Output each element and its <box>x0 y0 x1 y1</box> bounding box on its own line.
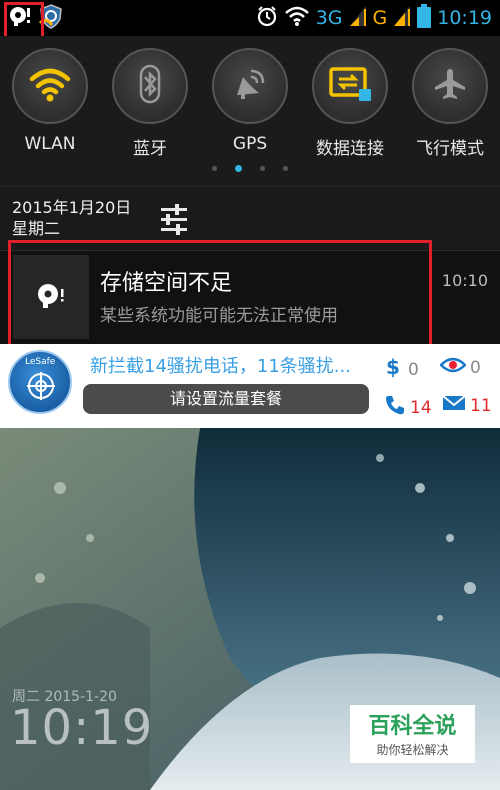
call-stat: 14 <box>384 394 432 421</box>
date-block: 2015年1月20日 星期二 <box>12 197 131 239</box>
money-stat: $ 0 <box>384 355 419 383</box>
status-time: 10:19 <box>437 7 492 29</box>
privacy-count: 0 <box>470 357 481 378</box>
airplane-icon <box>433 67 467 105</box>
money-count: 0 <box>408 359 419 380</box>
lesafe-logo-text: LeSafe <box>25 357 56 367</box>
wallpaper: 周二 2015-1-20 10:19 百科全说 助你轻松解决 <box>0 428 500 790</box>
battery-icon <box>417 4 432 32</box>
quick-toggle-data-connection[interactable]: 数据连接 <box>305 48 395 159</box>
date-label: 2015年1月20日 <box>12 198 132 217</box>
lesafe-notification[interactable]: LeSafe 新拦截14骚扰电话，11条骚扰... 请设置流量套餐 $ 0 0 … <box>0 344 500 428</box>
highlight-box-notification <box>8 240 432 350</box>
envelope-icon <box>442 394 466 417</box>
watermark-subtitle: 助你轻松解决 <box>376 743 449 757</box>
notification-time: 10:10 <box>441 271 488 290</box>
dollar-icon: $ <box>384 355 404 383</box>
network-3g-label: 3G <box>315 7 343 29</box>
quick-toggle-label: 飞行模式 <box>416 139 484 159</box>
lesafe-headline: 新拦截14骚扰电话，11条骚扰... <box>90 356 351 377</box>
signal-3g-icon <box>349 5 367 31</box>
eye-icon <box>439 356 467 379</box>
call-count: 14 <box>410 397 432 418</box>
page-dot <box>260 166 265 171</box>
page-indicator <box>0 165 500 172</box>
quick-toggle-label: 数据连接 <box>316 139 384 159</box>
settings-button[interactable] <box>154 199 194 239</box>
watermark-logo: 百科全说 助你轻松解决 <box>350 705 475 763</box>
privacy-stat: 0 <box>439 356 481 379</box>
page-dot <box>212 166 217 171</box>
quick-toggle-airplane[interactable]: 飞行模式 <box>405 48 495 159</box>
quick-toggle-bluetooth[interactable]: 蓝牙 <box>105 48 195 159</box>
quick-toggle-wlan[interactable]: WLAN <box>5 48 95 154</box>
lesafe-logo: LeSafe <box>8 350 72 414</box>
watermark-title: 百科全说 <box>368 714 457 739</box>
wifi-icon <box>29 66 71 106</box>
network-g-label: G <box>372 7 388 29</box>
status-bar: 3G G 10:19 <box>0 0 500 36</box>
quick-toggle-label: GPS <box>232 134 268 154</box>
lockscreen-time: 10:19 <box>10 700 154 756</box>
page-dot-active <box>235 165 242 172</box>
weekday-label: 星期二 <box>12 219 61 238</box>
quick-settings-panel: WLAN 蓝牙 GPS 数据连接 飞行模式 <box>0 36 500 186</box>
phone-icon <box>384 394 406 421</box>
wifi-status-icon <box>284 5 310 31</box>
quick-toggle-label: 蓝牙 <box>133 139 167 159</box>
page-dot <box>283 166 288 171</box>
alarm-icon <box>256 5 278 31</box>
quick-toggle-gps[interactable]: GPS <box>205 48 295 154</box>
bluetooth-icon <box>135 64 165 108</box>
set-data-plan-button[interactable]: 请设置流量套餐 <box>83 384 369 414</box>
quick-toggle-label: WLAN <box>24 134 76 154</box>
sms-count: 11 <box>470 395 492 416</box>
data-connection-icon <box>329 67 371 105</box>
signal-g-icon <box>393 5 411 31</box>
gps-icon <box>231 65 269 107</box>
svg-text:$: $ <box>386 356 400 378</box>
sms-stat: 11 <box>442 394 492 417</box>
